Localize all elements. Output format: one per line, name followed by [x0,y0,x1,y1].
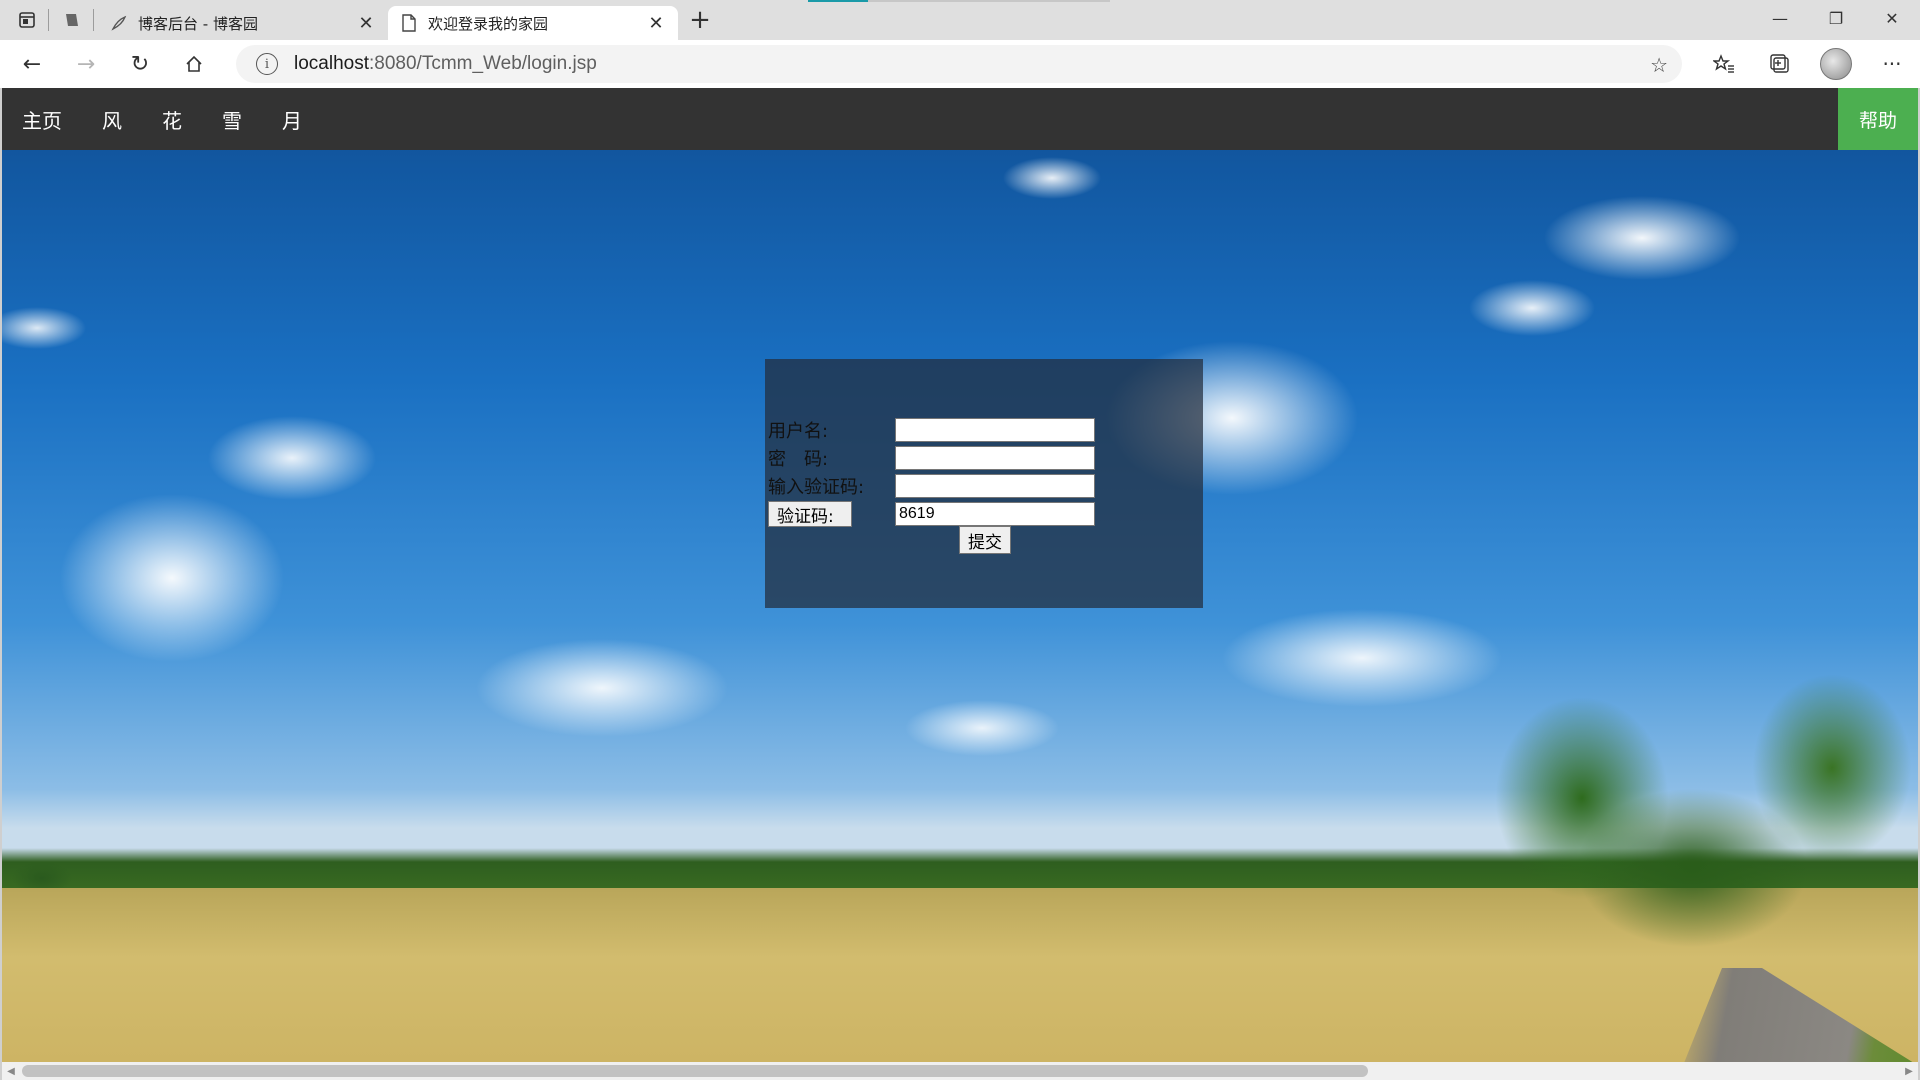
tab-loading-indicator [808,0,868,2]
collections-icon[interactable] [1752,44,1808,84]
home-icon[interactable] [172,44,216,84]
site-navbar: 主页 风 花 雪 月 帮助 [2,88,1918,150]
username-label: 用户名: [768,421,829,442]
more-menu-icon[interactable]: ··· [1864,44,1920,84]
horizontal-scrollbar[interactable]: ◀ ▶ [2,1062,1918,1080]
tab-actions-icon[interactable] [10,3,44,37]
captcha-button[interactable]: 验证码: [768,501,852,527]
nav-item-moon[interactable]: 月 [262,88,322,150]
password-label: 密 码: [768,449,829,470]
browser-tab-strip: 博客后台 - 博客园 ✕ 欢迎登录我的家园 ✕ + — ❐ ✕ [0,0,1920,40]
tab-title: 欢迎登录我的家园 [428,14,549,33]
new-tab-button[interactable]: + [682,3,718,37]
nav-item-flower[interactable]: 花 [142,88,202,150]
captcha-input-label: 输入验证码: [768,477,865,498]
tab-separator [93,9,94,31]
nav-item-snow[interactable]: 雪 [202,88,262,150]
nav-item-wind[interactable]: 风 [82,88,142,150]
username-input[interactable] [895,418,1095,442]
favorites-icon[interactable] [1696,44,1752,84]
submit-button[interactable]: 提交 [959,526,1011,554]
tab-blog-admin[interactable]: 博客后台 - 博客园 ✕ [98,6,388,40]
captcha-input[interactable] [895,474,1095,498]
tab-loading-track [868,0,1110,2]
password-input[interactable] [895,446,1095,470]
close-icon[interactable]: ✕ [356,13,376,34]
help-button[interactable]: 帮助 [1838,88,1918,150]
tab-title: 博客后台 - 博客园 [138,14,258,33]
tab-separator [48,9,49,31]
minimize-icon[interactable]: — [1752,0,1808,36]
address-bar[interactable]: i localhost:8080/Tcmm_Web/login.jsp ☆ [236,45,1682,83]
refresh-icon[interactable]: ↻ [118,44,162,84]
page-icon [400,14,418,32]
url-host: localhost [294,53,369,74]
login-form: 用户名: 密 码: 输入验证码: 验证码: 提交 [765,359,1203,608]
site-info-icon[interactable]: i [256,53,278,75]
close-icon[interactable]: ✕ [646,13,666,34]
toolbar-right-icons: ··· [1696,40,1920,88]
captcha-code-field[interactable] [895,502,1095,526]
url-path: :8080/Tcmm_Web/login.jsp [369,53,597,74]
scroll-right-icon[interactable]: ▶ [1900,1062,1918,1080]
page-viewport: 主页 风 花 雪 月 帮助 用户名: 密 码: 输入验证码: 验证码: 提交 [2,88,1918,1062]
feather-icon [110,14,128,32]
url-text[interactable]: localhost:8080/Tcmm_Web/login.jsp [294,53,597,75]
restore-icon[interactable]: ❐ [1808,0,1864,36]
forward-arrow-icon[interactable]: → [64,44,108,84]
back-arrow-icon[interactable]: ← [10,44,54,84]
browser-toolbar: ← → ↻ i localhost:8080/Tcmm_Web/login.js… [0,40,1920,88]
scroll-left-icon[interactable]: ◀ [2,1062,20,1080]
background-trees [1432,648,1918,978]
vertical-tabs-icon[interactable] [55,3,89,37]
nav-item-home[interactable]: 主页 [2,88,82,150]
tab-login-home[interactable]: 欢迎登录我的家园 ✕ [388,6,678,40]
profile-avatar[interactable] [1808,44,1864,84]
scrollbar-thumb[interactable] [22,1065,1368,1077]
add-favorite-icon[interactable]: ☆ [1650,53,1668,77]
window-controls: — ❐ ✕ [1752,0,1920,36]
window-close-icon[interactable]: ✕ [1864,0,1920,36]
